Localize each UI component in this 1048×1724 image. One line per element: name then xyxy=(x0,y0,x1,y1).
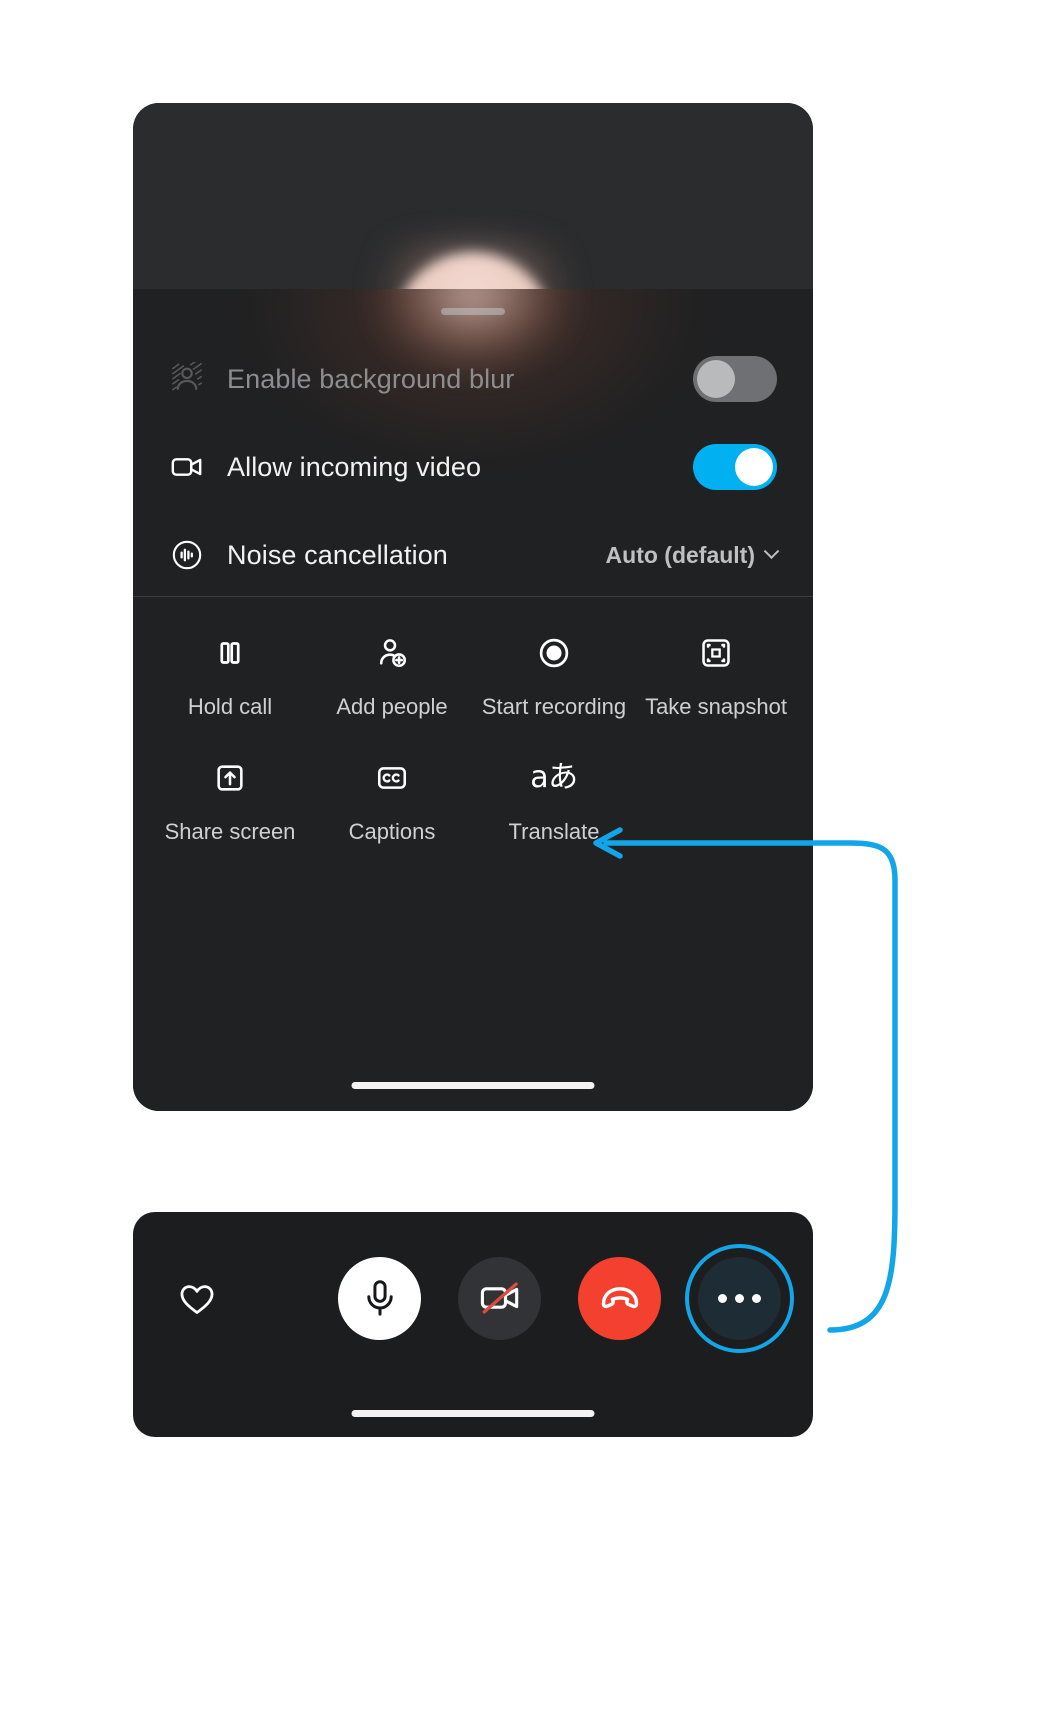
action-take-snapshot[interactable]: Take snapshot xyxy=(635,619,797,744)
settings-list: Enable background blur Allow incoming vi… xyxy=(133,335,813,599)
action-start-recording[interactable]: Start recording xyxy=(473,619,635,744)
drag-handle[interactable] xyxy=(441,308,505,315)
pause-icon xyxy=(213,633,247,673)
action-empty-slot xyxy=(635,744,797,782)
setting-row-incoming-video[interactable]: Allow incoming video xyxy=(169,423,777,511)
toggle-incoming-video[interactable] xyxy=(693,444,777,490)
action-add-people[interactable]: Add people xyxy=(311,619,473,744)
home-indicator[interactable] xyxy=(351,1082,595,1089)
action-captions[interactable]: Captions xyxy=(311,744,473,869)
action-hold-call[interactable]: Hold call xyxy=(149,619,311,744)
microphone-button[interactable] xyxy=(338,1256,421,1340)
action-label-translate: Translate xyxy=(508,819,600,844)
noise-cancellation-value-select[interactable]: Auto (default) xyxy=(605,541,780,569)
home-indicator[interactable] xyxy=(351,1410,595,1417)
setting-row-background-blur[interactable]: Enable background blur xyxy=(169,335,777,423)
action-row-1: Hold call Add people Start recording Tak… xyxy=(149,619,797,744)
toggle-knob xyxy=(735,448,773,486)
person-add-icon xyxy=(375,633,409,673)
call-options-sheet: Enable background blur Allow incoming vi… xyxy=(133,103,813,1111)
action-grid: Hold call Add people Start recording Tak… xyxy=(133,619,813,869)
video-preview xyxy=(133,103,813,289)
snapshot-frame-icon xyxy=(699,633,733,673)
settings-divider xyxy=(133,596,813,597)
reaction-button[interactable] xyxy=(165,1277,229,1319)
setting-row-noise-cancellation[interactable]: Noise cancellation Auto (default) xyxy=(169,511,780,599)
action-label-hold-call: Hold call xyxy=(187,694,273,719)
record-circle-icon xyxy=(537,633,571,673)
action-label-share-screen: Share screen xyxy=(164,819,296,844)
background-blur-icon xyxy=(169,361,205,397)
translate-icon: aあ xyxy=(530,758,578,798)
camera-off-button[interactable] xyxy=(458,1256,541,1340)
setting-label-incoming-video: Allow incoming video xyxy=(227,451,482,482)
action-label-captions: Captions xyxy=(348,819,436,844)
setting-label-background-blur: Enable background blur xyxy=(227,363,515,394)
translate-glyph: aあ xyxy=(530,760,578,795)
options-sheet-body: Enable background blur Allow incoming vi… xyxy=(133,244,813,1111)
action-translate[interactable]: aあ Translate xyxy=(473,744,635,869)
more-options-button[interactable] xyxy=(685,1243,794,1353)
noise-cancellation-icon xyxy=(169,537,205,573)
video-camera-icon xyxy=(169,449,205,485)
share-screen-icon xyxy=(213,758,247,798)
screen-root: Enable background blur Allow incoming vi… xyxy=(0,0,1048,1724)
action-label-start-recording: Start recording xyxy=(481,694,627,719)
action-label-add-people: Add people xyxy=(336,694,448,719)
noise-cancellation-value: Auto (default) xyxy=(605,541,755,568)
toggle-knob xyxy=(697,360,735,398)
action-share-screen[interactable]: Share screen xyxy=(149,744,311,869)
call-control-bar xyxy=(133,1212,813,1437)
setting-label-noise-cancellation: Noise cancellation xyxy=(227,539,448,570)
call-control-row xyxy=(133,1212,813,1384)
action-row-2: Share screen Captions aあ Translate xyxy=(149,744,797,869)
closed-caption-icon xyxy=(375,758,409,798)
more-horizontal-icon xyxy=(718,1293,761,1303)
action-label-take-snapshot: Take snapshot xyxy=(645,694,787,719)
end-call-button[interactable] xyxy=(578,1256,661,1340)
toggle-background-blur[interactable] xyxy=(693,356,777,402)
chevron-down-icon xyxy=(763,542,780,559)
